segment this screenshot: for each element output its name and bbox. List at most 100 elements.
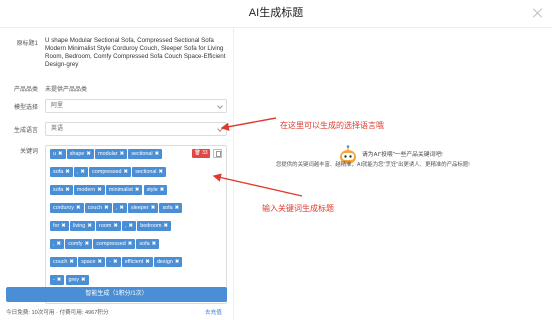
original-title-label: 原标题1: [16, 41, 38, 47]
remove-tag-icon[interactable]: ✖: [98, 259, 103, 265]
keyword-tag[interactable]: , ✖: [50, 239, 65, 249]
keyword-tag-text: ,: [76, 169, 79, 175]
keyword-tag[interactable]: - ✖: [106, 257, 121, 267]
form-panel: 原标题1 U shape Modular Sectional Sofa, Com…: [0, 28, 234, 320]
remove-tag-icon[interactable]: ✖: [155, 151, 160, 157]
model-select[interactable]: 阿里: [45, 99, 227, 113]
keyword-tag[interactable]: for ✖: [50, 221, 69, 231]
keyword-tag[interactable]: sleeper ✖: [128, 203, 159, 213]
generate-button[interactable]: 智能生成（1积分/1次）: [6, 287, 227, 302]
keyword-count-badge: 🗑 33: [192, 149, 210, 158]
keyword-tag-text: comfy: [68, 241, 83, 247]
keyword-tag[interactable]: couch ✖: [84, 203, 112, 213]
quota-text: 今日免费: 10次可用 · 付费可用: 4967积分: [6, 310, 109, 316]
keyword-tag[interactable]: design ✖: [153, 257, 183, 267]
recharge-link[interactable]: 去充值: [205, 308, 222, 316]
language-select[interactable]: 英语: [45, 122, 227, 136]
remove-tag-icon[interactable]: ✖: [113, 223, 118, 229]
model-select-label: 模型选择: [13, 105, 38, 111]
keyword-tag-text: sofa: [139, 241, 150, 247]
remove-tag-icon[interactable]: ✖: [124, 169, 129, 175]
keyword-tag[interactable]: , ✖: [112, 203, 127, 213]
keyword-tag[interactable]: sofa ✖: [50, 167, 73, 177]
remove-tag-icon[interactable]: ✖: [151, 205, 156, 211]
keyword-tag[interactable]: living ✖: [70, 221, 95, 231]
remove-tag-icon[interactable]: ✖: [65, 187, 70, 193]
remove-tag-icon[interactable]: ✖: [57, 241, 62, 247]
remove-tag-icon[interactable]: ✖: [81, 277, 86, 283]
remove-tag-icon[interactable]: ✖: [128, 241, 133, 247]
remove-tag-icon[interactable]: ✖: [104, 205, 109, 211]
remove-tag-icon[interactable]: ✖: [69, 259, 74, 265]
keyword-tag[interactable]: u ✖: [50, 149, 66, 159]
hint-main-text: 请为AI"投喂"一些产品关键词吧!: [362, 152, 443, 158]
keyword-tag[interactable]: efficient ✖: [121, 257, 153, 267]
keyword-tag[interactable]: grey ✖: [65, 275, 89, 285]
keyword-tag-text: grey: [68, 277, 80, 283]
keyword-tag-text: modern: [76, 187, 96, 193]
keyword-tag[interactable]: shape ✖: [66, 149, 94, 159]
keyword-tag[interactable]: style ✖: [143, 185, 168, 195]
keyword-tag[interactable]: modern ✖: [73, 185, 105, 195]
keyword-tag[interactable]: , ✖: [73, 167, 88, 177]
keyword-tag-text: ,: [115, 205, 118, 211]
remove-tag-icon[interactable]: ✖: [65, 169, 70, 175]
chevron-down-icon: [217, 126, 223, 132]
keyword-tag-text: compressed: [96, 241, 126, 247]
keyword-tag[interactable]: space ✖: [78, 257, 106, 267]
remove-tag-icon[interactable]: ✖: [97, 187, 102, 193]
remove-tag-icon[interactable]: ✖: [120, 151, 125, 157]
remove-tag-icon[interactable]: ✖: [58, 151, 63, 157]
remove-tag-icon[interactable]: ✖: [80, 169, 85, 175]
copy-icon[interactable]: [213, 149, 222, 158]
remove-tag-icon[interactable]: ✖: [160, 187, 165, 193]
keyword-tag[interactable]: sofa ✖: [136, 239, 160, 249]
keyword-tag[interactable]: sectional ✖: [128, 149, 163, 159]
keyword-tag[interactable]: minimalist ✖: [105, 185, 143, 195]
language-annotation: 在这里可以生成的选择语言哦: [280, 121, 384, 130]
remove-tag-icon[interactable]: ✖: [129, 223, 134, 229]
keyword-annotation: 输入关键词生成标题: [262, 204, 334, 213]
keyword-tag-text: sleeper: [131, 205, 149, 211]
keyword-tag[interactable]: modular ✖: [95, 149, 128, 159]
remove-tag-icon[interactable]: ✖: [135, 187, 140, 193]
language-select-value: 英语: [51, 126, 64, 132]
keyword-tag[interactable]: sectional ✖: [132, 167, 167, 177]
keyword-tag[interactable]: sofa ✖: [159, 203, 183, 213]
remove-tag-icon[interactable]: ✖: [85, 241, 90, 247]
remove-tag-icon[interactable]: ✖: [87, 223, 92, 229]
language-select-label: 生成语言: [13, 128, 38, 134]
keyword-tag-text: style: [146, 187, 158, 193]
keyword-tag-text: bedroom: [140, 223, 162, 229]
keyword-tag[interactable]: - ✖: [50, 275, 65, 285]
remove-tag-icon[interactable]: ✖: [175, 205, 180, 211]
keyword-tag-text: sectional: [131, 151, 153, 157]
remove-tag-icon[interactable]: ✖: [76, 205, 81, 211]
keyword-tag[interactable]: compressed ✖: [89, 167, 132, 177]
remove-tag-icon[interactable]: ✖: [175, 259, 180, 265]
remove-tag-icon[interactable]: ✖: [145, 259, 150, 265]
remove-tag-icon[interactable]: ✖: [113, 259, 118, 265]
keyword-tag[interactable]: sofa ✖: [50, 185, 73, 195]
remove-tag-icon[interactable]: ✖: [119, 205, 124, 211]
keyword-tag[interactable]: compressed ✖: [93, 239, 136, 249]
keyword-tag[interactable]: corduroy ✖: [50, 203, 84, 213]
keyword-tag-text: compressed: [92, 169, 122, 175]
product-category-label: 产品品类: [13, 87, 38, 93]
keyword-tags: u ✖ shape ✖ modular ✖ sectional ✖sofa ✖, ✖ compres…: [50, 149, 187, 293]
keyword-tag[interactable]: , ✖: [122, 221, 137, 231]
keyword-tag-text: corduroy: [53, 205, 74, 211]
remove-tag-icon[interactable]: ✖: [152, 241, 157, 247]
keywords-input[interactable]: u ✖ shape ✖ modular ✖ sectional ✖sofa ✖, ✖ compres…: [45, 145, 227, 304]
keyword-tag[interactable]: room ✖: [96, 221, 121, 231]
keyword-tag-text: couch: [53, 259, 68, 265]
remove-tag-icon[interactable]: ✖: [86, 151, 91, 157]
keyword-tag[interactable]: comfy ✖: [65, 239, 93, 249]
keyword-tag[interactable]: bedroom ✖: [137, 221, 172, 231]
remove-tag-icon[interactable]: ✖: [57, 277, 62, 283]
remove-tag-icon[interactable]: ✖: [164, 223, 169, 229]
close-icon[interactable]: [532, 7, 544, 19]
remove-tag-icon[interactable]: ✖: [61, 223, 66, 229]
remove-tag-icon[interactable]: ✖: [159, 169, 164, 175]
keyword-tag[interactable]: couch ✖: [50, 257, 77, 267]
